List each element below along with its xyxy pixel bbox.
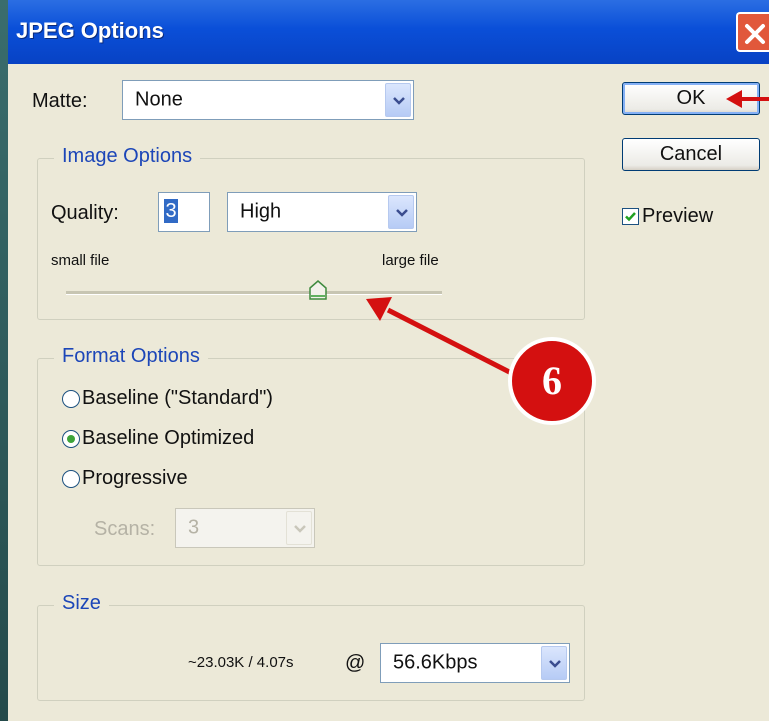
quality-input[interactable]: 3 [158, 192, 210, 232]
scans-dropdown-button[interactable] [286, 511, 312, 545]
quality-label: Quality: [51, 202, 119, 224]
chevron-down-icon [396, 209, 408, 217]
small-file-label: small file [51, 252, 110, 269]
preview-label: Preview [642, 205, 714, 227]
matte-label: Matte: [32, 90, 88, 112]
matte-dropdown-button[interactable] [385, 83, 411, 117]
radio-baseline-optimized[interactable] [62, 430, 80, 448]
quality-preset-value: High [240, 200, 282, 223]
radio-baseline-standard[interactable] [62, 390, 80, 408]
at-symbol: @ [345, 652, 366, 674]
ok-pointer-arrow [726, 90, 769, 108]
scans-label: Scans: [94, 518, 156, 540]
image-options-legend: Image Options [54, 145, 201, 168]
chevron-down-icon [549, 660, 561, 668]
close-icon [745, 24, 765, 44]
window-title: JPEG Options [16, 18, 164, 43]
close-button[interactable] [736, 12, 769, 52]
chevron-down-icon [393, 97, 405, 105]
baseline-standard-label: Baseline ("Standard") [82, 387, 273, 409]
speed-dropdown-button[interactable] [541, 646, 567, 680]
speed-value: 56.6Kbps [393, 651, 478, 674]
step-badge: 6 [508, 337, 596, 425]
radio-progressive[interactable] [62, 470, 80, 488]
cancel-button[interactable]: Cancel [622, 138, 760, 171]
scans-value: 3 [188, 516, 200, 539]
checkmark-icon [625, 212, 636, 222]
baseline-optimized-label: Baseline Optimized [82, 427, 255, 449]
quality-value: 3 [164, 199, 178, 223]
preview-checkbox[interactable] [622, 208, 639, 225]
size-legend: Size [54, 592, 109, 615]
format-options-legend: Format Options [54, 345, 208, 368]
matte-dropdown[interactable]: None [122, 80, 414, 120]
window-edge [0, 0, 8, 721]
chevron-down-icon [294, 525, 306, 533]
quality-preset-dropdown[interactable]: High [227, 192, 417, 232]
jpeg-options-dialog: JPEG Options Matte: None OK Cancel Previ… [8, 0, 769, 721]
quality-dropdown-button[interactable] [388, 195, 414, 229]
title-bar[interactable]: JPEG Options [8, 0, 769, 64]
progressive-label: Progressive [82, 467, 188, 489]
size-estimate: ~23.03K / 4.07s [188, 654, 294, 671]
scans-dropdown[interactable]: 3 [175, 508, 315, 548]
quality-slider-thumb[interactable] [308, 279, 328, 301]
speed-dropdown[interactable]: 56.6Kbps [380, 643, 570, 683]
large-file-label: large file [382, 252, 439, 269]
radio-selected-dot [67, 435, 75, 443]
slider-pointer-arrow [366, 297, 525, 382]
matte-value: None [135, 88, 183, 111]
